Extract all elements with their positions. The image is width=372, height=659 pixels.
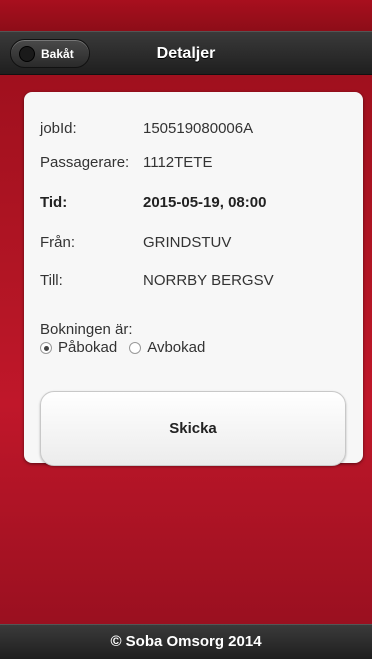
header-bar: Bakåt Detaljer (0, 31, 372, 75)
jobid-label: jobId: (40, 120, 77, 137)
send-button[interactable]: Skicka (40, 391, 346, 466)
booking-status-radio-group: Påbokad Avbokad (40, 339, 217, 356)
time-label: Tid: (40, 194, 68, 211)
from-value: GRINDSTUV (143, 234, 232, 251)
details-card: jobId: 150519080006A Passagerare: 1112TE… (24, 92, 363, 466)
to-label: Till: (40, 272, 63, 289)
radio-unselected-icon[interactable] (129, 341, 142, 354)
radio-label-pabokad: Påbokad (58, 339, 118, 356)
radio-label-avbokad: Avbokad (147, 339, 206, 356)
jobid-value: 150519080006A (143, 120, 254, 137)
passenger-value: 1112TETE (143, 154, 213, 171)
radio-selected-icon[interactable] (40, 341, 52, 354)
radio-option-avbokad[interactable]: Avbokad (129, 339, 205, 356)
main-content: jobId: 150519080006A Passagerare: 1112TE… (0, 75, 372, 624)
passenger-label: Passagerare: (40, 154, 130, 171)
footer: © Soba Omsorg 2014 (0, 624, 372, 659)
time-value: 2015-05-19, 08:00 (143, 194, 267, 211)
to-value: NORRBY BERGSV (143, 272, 274, 289)
status-bar-strip (0, 0, 372, 31)
radio-option-pabokad[interactable]: Påbokad (40, 339, 117, 356)
from-label: Från: (40, 234, 76, 251)
booking-status-label: Bokningen är: (40, 321, 133, 338)
page-title: Detaljer (156, 45, 216, 62)
